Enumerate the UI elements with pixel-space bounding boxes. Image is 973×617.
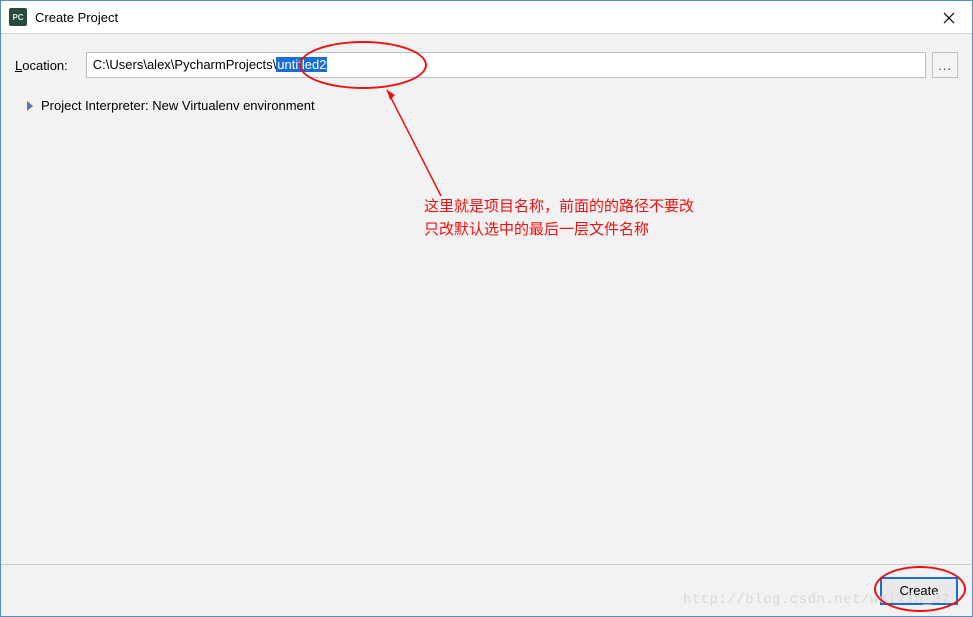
window-title: Create Project: [35, 10, 118, 25]
location-row: Location: C:\Users\alex\PycharmProjects\…: [15, 52, 958, 78]
create-project-dialog: PC Create Project Location: C:\Users\ale…: [0, 0, 973, 617]
pycharm-icon: PC: [9, 8, 27, 26]
titlebar: PC Create Project: [1, 1, 972, 34]
close-button[interactable]: [926, 1, 972, 34]
dialog-footer: http://blog.csdn.net/weixin_37 Create: [1, 564, 972, 616]
location-input[interactable]: C:\Users\alex\PycharmProjects\untitled2: [86, 52, 926, 78]
location-label-rest: ocation:: [22, 58, 68, 73]
location-path-selected: untitled2: [276, 57, 327, 72]
chevron-right-icon: [27, 101, 33, 111]
dialog-content: Location: C:\Users\alex\PycharmProjects\…: [1, 34, 972, 564]
browse-button[interactable]: ...: [932, 52, 958, 78]
interpreter-expander[interactable]: Project Interpreter: New Virtualenv envi…: [15, 96, 958, 115]
location-path-prefix: C:\Users\alex\PycharmProjects\: [93, 57, 277, 72]
interpreter-expander-label: Project Interpreter: New Virtualenv envi…: [41, 98, 315, 113]
location-label: Location:: [15, 58, 68, 73]
create-button[interactable]: Create: [880, 577, 958, 605]
location-input-wrap: C:\Users\alex\PycharmProjects\untitled2 …: [86, 52, 958, 78]
close-icon: [943, 12, 955, 24]
